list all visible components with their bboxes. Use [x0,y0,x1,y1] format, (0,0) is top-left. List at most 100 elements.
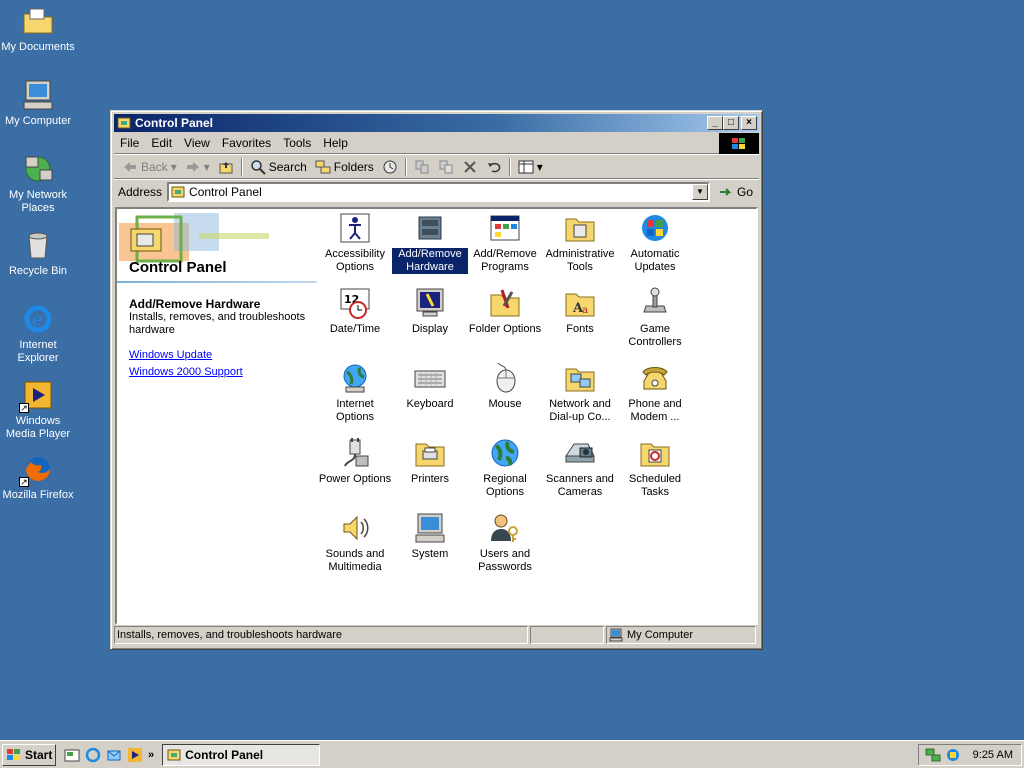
internet-icon [338,361,372,395]
desktop-icon-label: Internet Explorer [17,339,59,364]
address-input[interactable]: Control Panel ▼ [167,181,710,202]
toolbar-separator [240,157,243,176]
item-system[interactable]: System [392,511,468,561]
taskbar-button-control-panel[interactable]: Control Panel [162,743,321,766]
address-dropdown-button[interactable]: ▼ [691,183,708,200]
up-button[interactable] [214,159,238,175]
minimize-button[interactable]: _ [707,116,723,130]
clock[interactable]: 9:25 AM [973,749,1013,761]
item-power-options[interactable]: Power Options [317,436,393,486]
item-label: Sounds and Multimedia [325,548,385,573]
desktop-icon-media-player[interactable]: ↗ Windows Media Player [0,378,76,441]
show-desktop-icon[interactable] [64,747,80,763]
desktop-icon-internet-explorer[interactable]: e Internet Explorer [0,302,76,365]
item-users-passwords[interactable]: Users and Passwords [467,511,543,574]
copy-to-icon [439,160,453,173]
item-label: Game Controllers [628,323,682,348]
folders-button[interactable]: Folders [311,159,378,175]
item-display[interactable]: Display [392,286,468,336]
item-game-controllers[interactable]: Game Controllers [617,286,693,349]
system-tray: 9:25 AM [918,744,1022,766]
go-button[interactable]: Go [710,185,759,199]
address-label: Address [118,184,163,199]
programs-icon [488,211,522,245]
item-add-remove-hardware[interactable]: Add/Remove Hardware [392,211,468,274]
views-dropdown-icon: ▾ [536,159,543,174]
folder-options-icon [488,286,522,320]
forward-button[interactable]: ▾ [181,159,214,175]
title-bar[interactable]: Control Panel _ □ × [114,114,759,132]
menu-favorites[interactable]: Favorites [216,136,277,150]
globe-icon [488,436,522,470]
control-panel-icon [167,749,181,760]
item-printers[interactable]: Printers [392,436,468,486]
search-label: Search [268,159,307,174]
item-automatic-updates[interactable]: Automatic Updates [617,211,693,274]
item-label: Folder Options [468,323,542,335]
shortcut-arrow-icon: ↗ [19,477,29,487]
item-internet-options[interactable]: Internet Options [317,361,393,424]
maximize-button[interactable]: □ [723,116,739,130]
menu-edit[interactable]: Edit [145,136,178,150]
item-sounds-multimedia[interactable]: Sounds and Multimedia [317,511,393,574]
item-scheduled-tasks[interactable]: Scheduled Tasks [617,436,693,499]
item-date-time[interactable]: 12 Date/Time [317,286,393,336]
menu-view[interactable]: View [178,136,216,150]
item-accessibility-options[interactable]: Accessibility Options [317,211,393,274]
desktop-icon-my-computer[interactable]: My Computer [0,78,76,128]
menu-tools[interactable]: Tools [277,136,317,150]
internet-explorer-icon[interactable] [85,747,101,763]
item-regional-options[interactable]: Regional Options [467,436,543,499]
computer-icon [21,78,55,112]
history-button[interactable] [378,159,402,175]
item-label: Printers [411,473,449,485]
menu-help[interactable]: Help [317,136,354,150]
copy-to-button[interactable] [434,159,458,175]
windows-update-link[interactable]: Windows Update [129,349,212,361]
windows-2000-support-link[interactable]: Windows 2000 Support [129,366,243,378]
item-label: Network and Dial-up Co... [549,398,611,423]
item-fonts[interactable]: Aa Fonts [542,286,618,336]
item-label: Automatic Updates [630,248,680,273]
start-button[interactable]: Start [2,743,56,766]
toolbar-separator [508,157,511,176]
search-button[interactable]: Search [246,159,311,175]
undo-button[interactable] [482,159,506,175]
desktop-icon-firefox[interactable]: ↗ Mozilla Firefox [0,452,76,502]
desktop-icon-my-documents[interactable]: My Documents [0,4,76,54]
item-add-remove-programs[interactable]: Add/Remove Programs [467,211,543,274]
item-label: Add/Remove Programs [473,248,537,273]
move-to-button[interactable] [410,159,434,175]
media-player-icon[interactable] [127,747,143,763]
back-label: Back [141,159,168,174]
item-phone-modem[interactable]: Phone and Modem ... [617,361,693,424]
menu-file[interactable]: File [114,136,145,150]
status-zone-label: My Computer [627,629,694,641]
display-icon [413,286,447,320]
close-button[interactable]: × [741,116,757,130]
network-icon [563,361,597,395]
quick-launch: » [64,747,154,763]
item-label: Regional Options [483,473,527,498]
item-scanners-cameras[interactable]: Scanners and Cameras [542,436,618,499]
desktop-icon-recycle-bin[interactable]: Recycle Bin [0,228,76,278]
content-area: Control Panel Add/Remove Hardware Instal… [115,207,758,625]
back-button[interactable]: Back ▾ [118,159,181,175]
item-network-dialup[interactable]: Network and Dial-up Co... [542,361,618,424]
search-icon [251,159,266,175]
network-tray-icon[interactable] [925,747,941,763]
item-mouse[interactable]: Mouse [467,361,543,411]
item-administrative-tools[interactable]: Administrative Tools [542,211,618,274]
move-to-icon [415,160,429,173]
item-keyboard[interactable]: Keyboard [392,361,468,411]
outlook-express-icon[interactable] [106,747,122,763]
desktop-icon-network-places[interactable]: My Network Places [0,152,76,215]
views-button[interactable]: ▾ [514,159,547,175]
quick-launch-overflow-icon[interactable]: » [148,749,154,761]
item-folder-options[interactable]: Folder Options [467,286,543,336]
mouse-icon [488,361,522,395]
update-tray-icon[interactable] [945,747,961,763]
svg-text:a: a [582,305,588,316]
folders-icon [315,160,331,173]
delete-button[interactable] [458,159,482,175]
